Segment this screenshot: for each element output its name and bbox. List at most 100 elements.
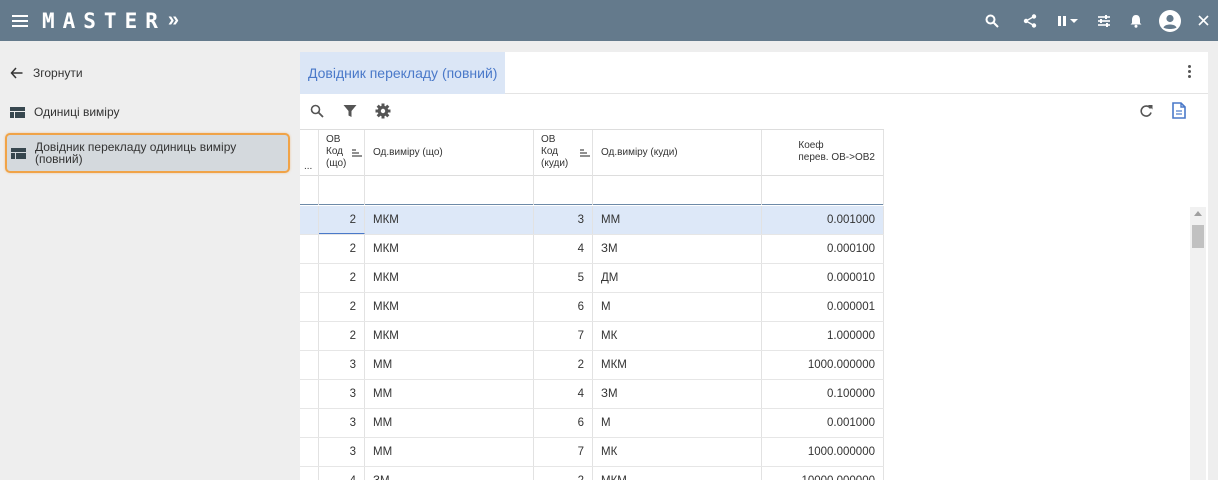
filter-input-to-code[interactable] <box>534 176 593 205</box>
cell-to-code[interactable]: 2 <box>534 351 593 379</box>
filter-input-to-unit[interactable] <box>593 176 762 205</box>
cell-from-code[interactable]: 3 <box>319 351 365 379</box>
close-icon[interactable] <box>1188 0 1218 41</box>
cell-to-unit[interactable]: ДМ <box>593 264 762 292</box>
column-header-to-code[interactable]: ОВ Код (куди) <box>534 130 593 176</box>
cell-to-unit[interactable]: ЗМ <box>593 380 762 408</box>
cell-coefficient[interactable]: 0.000001 <box>762 293 884 321</box>
cell-from-unit[interactable]: ММ <box>365 409 534 437</box>
cell-from-unit[interactable]: ММ <box>365 380 534 408</box>
filter-input-from-unit[interactable] <box>365 176 534 205</box>
row-gutter[interactable] <box>300 467 319 480</box>
cell-from-code[interactable]: 2 <box>319 322 365 350</box>
tab-unit-translation[interactable]: Довідник перекладу (повний) <box>300 52 505 94</box>
row-menu-header[interactable]: ... <box>300 130 319 176</box>
pause-icon[interactable] <box>1048 0 1088 41</box>
cell-coefficient[interactable]: 0.001000 <box>762 206 884 234</box>
cell-to-code[interactable]: 3 <box>534 206 593 234</box>
cell-to-unit[interactable]: МК <box>593 438 762 466</box>
column-header-to-unit[interactable]: Од.виміру (куди) <box>593 130 762 176</box>
cell-from-unit[interactable]: МКМ <box>365 322 534 350</box>
sort-icon[interactable] <box>580 149 590 157</box>
refresh-icon[interactable] <box>1139 104 1153 121</box>
row-gutter[interactable] <box>300 409 319 437</box>
cell-from-unit[interactable]: ММ <box>365 438 534 466</box>
row-gutter[interactable] <box>300 206 319 234</box>
cell-from-unit[interactable]: МКМ <box>365 293 534 321</box>
column-header-coefficient[interactable]: Коеф перев. ОВ->ОВ2 <box>762 130 884 176</box>
search-icon[interactable] <box>972 0 1012 41</box>
cell-coefficient[interactable]: 1.000000 <box>762 322 884 350</box>
cell-to-code[interactable]: 7 <box>534 322 593 350</box>
cell-coefficient[interactable]: 0.000100 <box>762 235 884 263</box>
cell-coefficient[interactable]: 0.000010 <box>762 264 884 292</box>
filter-icon[interactable] <box>343 104 357 121</box>
scrollbar-thumb[interactable] <box>1192 225 1204 248</box>
table-row[interactable]: 2 МКМ 5 ДМ 0.000010 <box>300 264 884 293</box>
cell-to-unit[interactable]: ЗМ <box>593 235 762 263</box>
column-header-from-unit[interactable]: Од.виміру (що) <box>365 130 534 176</box>
cell-from-code[interactable]: 4 <box>319 467 365 480</box>
sidebar-item-unit-translation[interactable]: Довідник перекладу одиниць виміру (повни… <box>5 133 290 173</box>
cell-from-code[interactable]: 2 <box>319 206 365 234</box>
cell-coefficient[interactable]: 1000.000000 <box>762 351 884 379</box>
cell-to-code[interactable]: 4 <box>534 380 593 408</box>
table-row[interactable]: 2 МКМ 7 МК 1.000000 <box>300 322 884 351</box>
cell-from-unit[interactable]: МКМ <box>365 264 534 292</box>
table-row[interactable]: 4ЗМ2МКМ10000.000000 <box>300 467 884 480</box>
column-header-from-code[interactable]: ОВ Код (що) <box>319 130 365 176</box>
cell-from-unit[interactable]: ЗМ <box>365 467 534 480</box>
cell-to-code[interactable]: 6 <box>534 293 593 321</box>
table-row[interactable]: 3 ММ 6 М 0.001000 <box>300 409 884 438</box>
cell-from-code[interactable]: 3 <box>319 409 365 437</box>
cell-from-code[interactable]: 2 <box>319 235 365 263</box>
cell-to-unit[interactable]: МК <box>593 322 762 350</box>
row-gutter[interactable] <box>300 351 319 379</box>
account-icon[interactable] <box>1152 0 1188 41</box>
filter-input-from-code[interactable] <box>319 176 365 205</box>
table-row[interactable]: 2 МКМ 4 ЗМ 0.000100 <box>300 235 884 264</box>
row-gutter[interactable] <box>300 293 319 321</box>
cell-from-unit[interactable]: МКМ <box>365 206 534 234</box>
table-row[interactable]: 2 МКМ 6 М 0.000001 <box>300 293 884 322</box>
cell-to-unit[interactable]: ММ <box>593 206 762 234</box>
row-gutter[interactable] <box>300 380 319 408</box>
expand-icon[interactable]: » <box>168 9 179 32</box>
cell-from-unit[interactable]: МКМ <box>365 235 534 263</box>
cell-to-code[interactable]: 4 <box>534 235 593 263</box>
cell-from-code[interactable]: 3 <box>319 380 365 408</box>
cell-coefficient[interactable]: 0.001000 <box>762 409 884 437</box>
cell-to-unit[interactable]: МКМ <box>593 351 762 379</box>
vertical-scrollbar[interactable] <box>1190 207 1206 480</box>
scroll-up-icon[interactable] <box>1194 211 1202 216</box>
filter-input-coefficient[interactable] <box>762 176 884 205</box>
table-row[interactable]: 3 ММ 2 МКМ 1000.000000 <box>300 351 884 380</box>
row-gutter[interactable] <box>300 438 319 466</box>
cell-from-unit[interactable]: ММ <box>365 351 534 379</box>
cell-to-code[interactable]: 5 <box>534 264 593 292</box>
cell-to-code[interactable]: 2 <box>534 467 593 480</box>
hamburger-menu-icon[interactable] <box>12 14 28 27</box>
table-row[interactable]: 3 ММ 7 МК 1000.000000 <box>300 438 884 467</box>
table-row[interactable]: 2 МКМ 3 ММ 0.001000 <box>300 206 884 235</box>
sidebar-item-units[interactable]: Одиниці виміру <box>10 104 120 120</box>
row-gutter[interactable] <box>300 235 319 263</box>
cell-from-code[interactable]: 3 <box>319 438 365 466</box>
row-gutter[interactable] <box>300 264 319 292</box>
cell-from-code[interactable]: 2 <box>319 293 365 321</box>
bell-icon[interactable] <box>1120 0 1152 41</box>
export-file-icon[interactable] <box>1172 102 1186 122</box>
more-vert-icon[interactable] <box>1188 65 1192 78</box>
cell-to-unit[interactable]: МКМ <box>593 467 762 480</box>
cell-to-unit[interactable]: М <box>593 409 762 437</box>
share-icon[interactable] <box>1012 0 1048 41</box>
collapse-sidebar-button[interactable]: Згорнути <box>10 65 83 81</box>
settings-icon[interactable] <box>375 103 391 122</box>
cell-to-code[interactable]: 7 <box>534 438 593 466</box>
sort-icon[interactable] <box>352 149 362 157</box>
cell-to-code[interactable]: 6 <box>534 409 593 437</box>
cell-coefficient[interactable]: 1000.000000 <box>762 438 884 466</box>
tune-icon[interactable] <box>1088 0 1120 41</box>
cell-coefficient[interactable]: 0.100000 <box>762 380 884 408</box>
cell-coefficient[interactable]: 10000.000000 <box>762 467 884 480</box>
